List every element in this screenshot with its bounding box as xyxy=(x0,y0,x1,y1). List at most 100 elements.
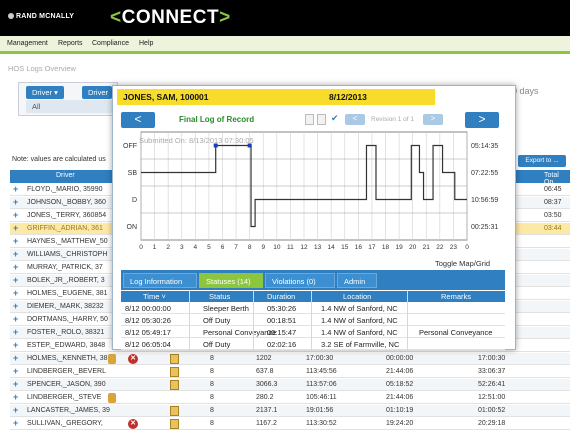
status-row[interactable]: 8/12 05:49:17 Personal Conveyance 00:15:47… xyxy=(121,327,505,338)
expand-icon[interactable]: + xyxy=(13,340,18,350)
expand-icon[interactable]: + xyxy=(13,366,18,376)
check-icon[interactable]: ✔ xyxy=(331,113,339,124)
table-row[interactable]: + HOLMES,_KENNETH, 38 8 1202 17:00:30 00:00:0… xyxy=(10,353,570,365)
grid-divider xyxy=(407,291,408,351)
document-icon[interactable] xyxy=(317,114,326,125)
table-row[interactable]: + LANCASTER,_JAMES, 39 8 2137.1 19:01:56 01:1… xyxy=(10,405,570,417)
table-row[interactable]: + LINDBERGER,_STEVE 8 280.2 105:46:11 21:44:0… xyxy=(10,392,570,404)
hour-tick-label: 23 xyxy=(450,244,458,251)
total-on-duty: 06:45 xyxy=(544,186,562,193)
driver-dropdown-2[interactable]: Driver xyxy=(82,86,112,99)
menu-compliance[interactable]: Compliance xyxy=(92,40,129,47)
violation-icon[interactable]: ✕ xyxy=(128,354,138,364)
expand-icon[interactable]: + xyxy=(13,288,18,298)
column-remarks[interactable]: Remarks xyxy=(441,292,471,301)
table-cell: 21:44:06 xyxy=(386,394,414,401)
menu-management[interactable]: Management xyxy=(7,40,48,47)
hour-tick-label: 15 xyxy=(341,244,349,251)
all-select[interactable]: All xyxy=(26,100,112,113)
column-driver[interactable]: Driver xyxy=(56,172,75,179)
status-axis-label: OFF xyxy=(123,143,137,150)
edit-note-icon[interactable] xyxy=(170,367,179,377)
edit-note-icon[interactable] xyxy=(170,354,179,364)
hour-tick-label: 7 xyxy=(234,244,238,251)
total-on-duty: 08:37 xyxy=(544,199,562,206)
expand-icon[interactable]: + xyxy=(13,353,18,363)
expand-icon[interactable]: + xyxy=(13,249,18,259)
edit-note-icon[interactable] xyxy=(170,419,179,429)
status-row[interactable]: 8/12 05:30:26 Off Duty 00:18:51 1.4 NW of S… xyxy=(121,315,505,326)
modal-tab-bar: Log Information Statuses (14) Violations… xyxy=(121,270,505,290)
previous-log-button[interactable]: < xyxy=(121,112,155,128)
column-time[interactable]: Time ˅ xyxy=(143,292,166,301)
previous-revision-button[interactable]: < xyxy=(345,114,365,125)
edit-note-icon[interactable] xyxy=(170,380,179,390)
table-cell: 21:44:06 xyxy=(386,368,414,375)
menu-reports[interactable]: Reports xyxy=(58,40,83,47)
hour-tick-label: 2 xyxy=(166,244,170,251)
status-cell: 8/12 05:49:17 xyxy=(125,328,171,337)
expand-icon[interactable]: + xyxy=(13,236,18,246)
driver-name: WILLIAMS,_CHRISTOPH xyxy=(27,251,108,258)
total-on-duty: 03:44 xyxy=(544,225,562,232)
expand-icon[interactable]: + xyxy=(13,275,18,285)
expand-icon[interactable]: + xyxy=(13,405,18,415)
table-row[interactable]: + LINDBERGER,_BEVERL 8 637.8 113:45:56 21:44:… xyxy=(10,366,570,378)
expand-icon[interactable]: + xyxy=(13,418,18,428)
menu-help[interactable]: Help xyxy=(139,40,153,47)
hour-tick-label: 13 xyxy=(314,244,322,251)
expand-icon[interactable]: + xyxy=(13,210,18,220)
table-row[interactable]: + SULLIVAN,_GREGORY, 8 1167.2 113:30:52 19:24… xyxy=(10,418,570,430)
status-axis-label: SB xyxy=(128,170,138,177)
clipboard-icon[interactable] xyxy=(108,354,116,364)
export-button[interactable]: Export to ... xyxy=(518,155,566,167)
globe-icon xyxy=(8,13,14,19)
table-cell: 1167.2 xyxy=(256,420,277,427)
column-location[interactable]: Location xyxy=(343,292,371,301)
expand-icon[interactable]: + xyxy=(13,301,18,311)
next-revision-button[interactable]: > xyxy=(423,114,443,125)
status-total-label: 10:56:59 xyxy=(471,197,498,204)
tab-statuses[interactable]: Statuses (14) xyxy=(199,273,263,288)
column-duration[interactable]: Duration xyxy=(267,292,295,301)
tab-violations[interactable]: Violations (0) xyxy=(265,273,335,288)
next-log-button[interactable]: > xyxy=(465,112,499,128)
status-total-label: 00:25:31 xyxy=(471,224,498,231)
status-row[interactable]: 8/12 00:00:00 Sleeper Berth 05:30:26 1.4 NW… xyxy=(121,303,505,314)
status-cell: 05:30:26 xyxy=(267,304,297,313)
expand-icon[interactable]: + xyxy=(13,392,18,402)
table-row[interactable]: + SPENCER,_JASON, 390 8 3066.3 113:57:06 05:1… xyxy=(10,379,570,391)
driver-dropdown[interactable]: Driver ▾ xyxy=(26,86,64,99)
status-cell: 8/12 06:05:04 xyxy=(125,340,171,349)
print-icon[interactable] xyxy=(305,114,314,125)
expand-icon[interactable]: + xyxy=(13,379,18,389)
expand-icon[interactable]: + xyxy=(13,184,18,194)
expand-icon[interactable]: + xyxy=(13,223,18,233)
driver-name: FOSTER,_ROLO, 38321 xyxy=(27,329,105,336)
column-status[interactable]: Status xyxy=(209,292,230,301)
clipboard-icon[interactable] xyxy=(108,393,116,403)
chevron-left-icon: < xyxy=(110,7,122,28)
hour-tick-label: 20 xyxy=(409,244,417,251)
expand-icon[interactable]: + xyxy=(13,327,18,337)
table-cell: 105:46:11 xyxy=(306,394,337,401)
expand-icon[interactable]: + xyxy=(13,314,18,324)
toggle-map-grid-link[interactable]: Toggle Map/Grid xyxy=(435,259,490,268)
hour-tick-label: 18 xyxy=(382,244,390,251)
edit-note-icon[interactable] xyxy=(170,406,179,416)
driver-name: MURRAY,_PATRICK, 37 xyxy=(27,264,103,271)
expand-icon[interactable]: + xyxy=(13,262,18,272)
tab-admin[interactable]: Admin xyxy=(337,273,377,288)
table-cell: 17:00:30 xyxy=(478,355,506,362)
driver-name: BOLEK_JR_,ROBERT, 3 xyxy=(27,277,105,284)
table-cell: 280.2 xyxy=(256,394,274,401)
violation-icon[interactable]: ✕ xyxy=(128,419,138,429)
hour-tick-label: 17 xyxy=(368,244,376,251)
table-cell: 01:10:19 xyxy=(386,407,414,414)
driver-name: DIEMER,_MARK, 38232 xyxy=(27,303,104,310)
expand-icon[interactable]: + xyxy=(13,197,18,207)
hour-tick-label: 21 xyxy=(423,244,431,251)
tab-log-information[interactable]: Log Information xyxy=(123,273,197,288)
status-cell: Off Duty xyxy=(203,340,231,349)
status-row[interactable]: 8/12 06:05:04 Off Duty 02:02:16 3.2 SE of F… xyxy=(121,339,505,350)
